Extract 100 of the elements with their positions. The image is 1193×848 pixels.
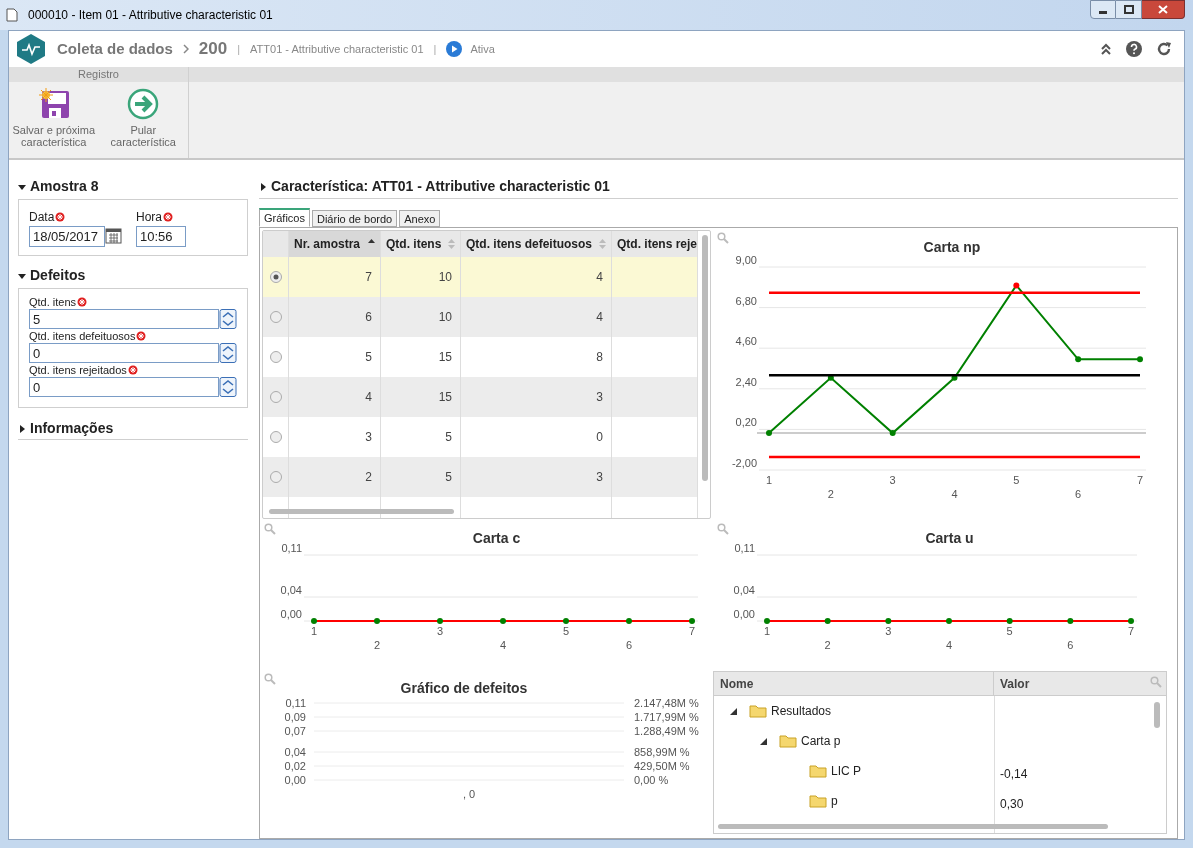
radio-button[interactable] [269,271,282,283]
field-label: Hora [136,208,186,226]
tick-label: 5 [1006,625,1013,637]
section-title[interactable]: Característica: ATT01 - Attributive characteristic 01 [271,176,610,197]
sort-icon [599,239,606,249]
tick-label: , 0 [462,788,476,800]
data-point [374,618,380,624]
field-label: Qtd. itens [29,296,237,309]
data-point [946,618,952,624]
field-label: Qtd. itens defeituosos [29,330,237,343]
status-label: Ativa [470,41,495,57]
section-title[interactable]: Informações [30,418,114,439]
play-icon [446,41,463,57]
table-row[interactable]: 4 15 3 [263,377,698,417]
radio-button[interactable] [269,431,282,443]
tick-label: 0,07 [284,725,306,737]
spinner-icon[interactable] [219,343,237,363]
minimize-button[interactable] [1090,0,1116,19]
tick-label: 2.147,48M % [634,697,699,709]
tick-label: 4 [945,639,953,651]
column-header[interactable]: Nome [714,672,994,695]
table-cell-text: 4 [596,309,603,326]
data-point [500,618,506,624]
table-cell-text: 2 [365,469,372,486]
folder-icon [749,704,767,718]
section-title[interactable]: Amostra 8 [30,176,99,197]
table-cell-text: 3 [365,429,372,446]
tab[interactable]: Anexo [399,210,441,227]
horizontal-scrollbar[interactable] [718,824,1108,829]
vertical-scrollbar[interactable] [1154,702,1160,728]
tab[interactable]: Diário de bordo [311,210,398,227]
tick-label: 6 [1067,639,1074,651]
horizontal-scrollbar[interactable] [269,509,454,514]
maximize-icon [1123,5,1134,14]
number-field[interactable]: 5 [29,309,219,329]
expand-icon[interactable] [259,182,267,191]
table-cell-text: 4 [365,389,372,406]
table-row[interactable]: 7 10 4 [263,257,698,297]
tick-label: 7 [688,625,696,637]
table-cell-text: 6 [365,309,372,326]
expand-icon[interactable] [18,424,26,433]
data-point [1128,618,1134,624]
tick-label: 7 [1127,625,1135,637]
tick-label: 0,20 [735,416,757,429]
collapse-icon[interactable] [760,737,767,745]
tree-item[interactable]: Carta p [801,732,841,750]
number-field[interactable]: 0 [29,343,219,363]
radio-button[interactable] [269,471,282,483]
radio-button[interactable] [269,311,282,323]
tab[interactable]: Gráficos [259,208,310,227]
tree-item[interactable]: p [831,792,838,810]
tree-item[interactable]: LIC P [831,762,861,780]
tick-label: 3 [885,625,892,637]
spinner-icon[interactable] [219,309,237,329]
section-title[interactable]: Defeitos [30,265,86,286]
tick-label: 858,99M % [634,746,690,758]
table-row[interactable]: 2 5 3 [263,457,698,497]
table-cell-text: 7 [365,269,372,286]
radio-button[interactable] [269,351,282,363]
maximize-button[interactable] [1116,0,1142,19]
ribbon-group-label: Registro [9,67,188,82]
tick-label: 1.288,49M % [634,725,699,737]
tick-label: 0,11 [285,697,306,709]
close-button[interactable] [1142,0,1185,19]
module-title[interactable]: Coleta de dados [57,37,173,61]
help-icon[interactable] [1126,41,1142,57]
close-icon [1158,5,1168,14]
tick-label: 6 [625,639,633,651]
time-field[interactable]: 10:56 [136,226,186,247]
collapse-icon[interactable] [1100,43,1112,55]
table-cell-text: 3 [596,469,603,486]
tick-label: 6 [1075,488,1082,500]
separator: | [433,41,437,57]
number-field[interactable]: 0 [29,377,219,397]
spinner-icon[interactable] [219,377,237,397]
data-point [689,618,695,624]
collapse-icon[interactable] [730,707,737,715]
table-cell-text: 5 [445,429,452,446]
tree-item[interactable]: Resultados [771,702,832,720]
expand-icon[interactable] [18,182,26,191]
vertical-scrollbar[interactable] [702,235,708,481]
calendar-icon[interactable] [105,226,122,247]
save-next-button[interactable]: Salvar e próxima característica [9,88,99,158]
data-point [1137,356,1143,363]
tick-label: 3 [436,625,444,637]
skip-button[interactable]: Pular característica [98,88,188,158]
required-icon [127,365,138,375]
table-row[interactable]: 6 10 4 [263,297,698,337]
tick-label: 2,40 [735,375,757,388]
date-field[interactable]: 18/05/2017 [29,226,105,247]
column-header[interactable]: Valor [994,672,1166,695]
table-cell-text: 8 [596,349,603,366]
radio-button[interactable] [269,391,282,403]
data-point [951,374,958,381]
tick-label: 0,00 [280,608,302,620]
refresh-icon[interactable] [1156,41,1172,57]
expand-icon[interactable] [18,271,26,280]
tick-label: 4,60 [735,335,757,348]
column-header[interactable]: Nr. amostra [289,231,381,257]
required-icon [55,212,66,222]
